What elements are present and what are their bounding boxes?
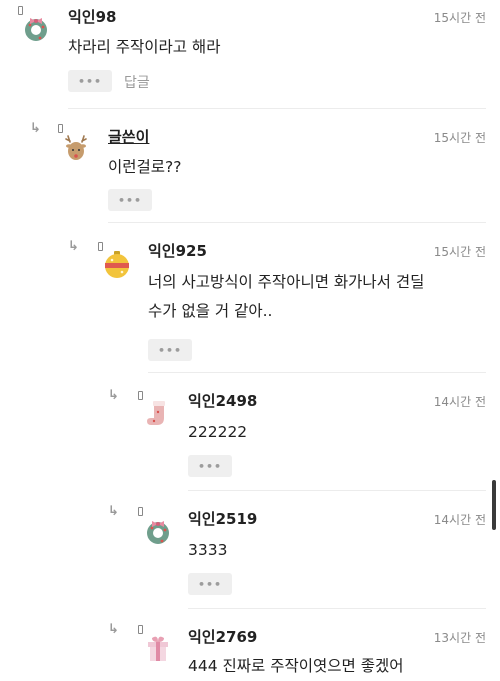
commenter-name[interactable]: 익인925 (148, 240, 207, 261)
comment-timestamp: 15시간 전 (433, 11, 486, 25)
more-icon: ••• (157, 343, 183, 357)
reply-arrow-icon: ↳ (108, 388, 119, 403)
comment-text-line: 3333 (188, 541, 228, 559)
comment-timestamp: 15시간 전 (433, 131, 486, 145)
more-icon: ••• (197, 459, 223, 473)
commenter-name[interactable]: 익인2519 (188, 508, 257, 529)
more-icon: ••• (197, 577, 223, 591)
wreath-icon (25, 18, 47, 41)
comment-text-line: 222222 (188, 423, 248, 441)
more-options-button[interactable]: ••• (148, 339, 192, 361)
more-options-button[interactable]: ••• (188, 573, 232, 595)
gift-box-icon (148, 636, 168, 661)
more-icon: ••• (77, 74, 103, 88)
comment-timestamp: 14시간 전 (433, 395, 486, 409)
comment-text-line: 너의 사고방식이 주작아니면 화가나서 견딜 (148, 273, 425, 291)
wreath-icon (147, 521, 169, 544)
comment-text-line: 444 진짜로 주작이엿으면 좋겠어 (188, 657, 404, 675)
more-options-button[interactable]: ••• (108, 189, 152, 211)
comment-timestamp: 13시간 전 (433, 631, 486, 645)
divider (68, 108, 486, 109)
comment-text-line: 수가 없을 거 같아.. (148, 302, 273, 320)
divider (108, 222, 486, 223)
ornament-icon (105, 251, 129, 278)
scrollbar[interactable] (492, 480, 496, 530)
reply-arrow-icon: ↳ (108, 504, 119, 519)
divider (148, 372, 486, 373)
divider (188, 608, 486, 609)
reply-arrow-icon: ↳ (30, 121, 41, 136)
comment-timestamp: 14시간 전 (433, 513, 486, 527)
reindeer-icon (65, 135, 87, 160)
comment-text: 444 진짜로 주작이엿으면 좋겠어 (188, 652, 480, 681)
reply-arrow-icon: ↳ (68, 239, 79, 254)
comment-text-line: 이런걸로?? (108, 158, 182, 176)
stocking-icon (147, 401, 165, 425)
commenter-name[interactable]: 익인98 (68, 6, 116, 27)
comment-text: 이런걸로?? (108, 153, 480, 182)
more-options-button[interactable]: ••• (68, 70, 112, 92)
comment-text: 너의 사고방식이 주작아니면 화가나서 견딜 수가 없을 거 같아.. (148, 268, 480, 326)
comment-text: 차라리 주작이라고 해라 (68, 33, 480, 62)
more-icon: ••• (117, 193, 143, 207)
divider (188, 490, 486, 491)
reply-button[interactable]: 답글 (124, 72, 150, 92)
commenter-name[interactable]: 글쓴이 (108, 126, 149, 147)
reply-arrow-icon: ↳ (108, 622, 119, 637)
comment-text-line: 차라리 주작이라고 해라 (68, 38, 221, 56)
commenter-name[interactable]: 익인2769 (188, 626, 257, 647)
commenter-name[interactable]: 익인2498 (188, 390, 257, 411)
comment-text: 222222 (188, 418, 480, 447)
comment-timestamp: 15시간 전 (433, 245, 486, 259)
more-options-button[interactable]: ••• (188, 455, 232, 477)
comment-text: 3333 (188, 536, 480, 565)
